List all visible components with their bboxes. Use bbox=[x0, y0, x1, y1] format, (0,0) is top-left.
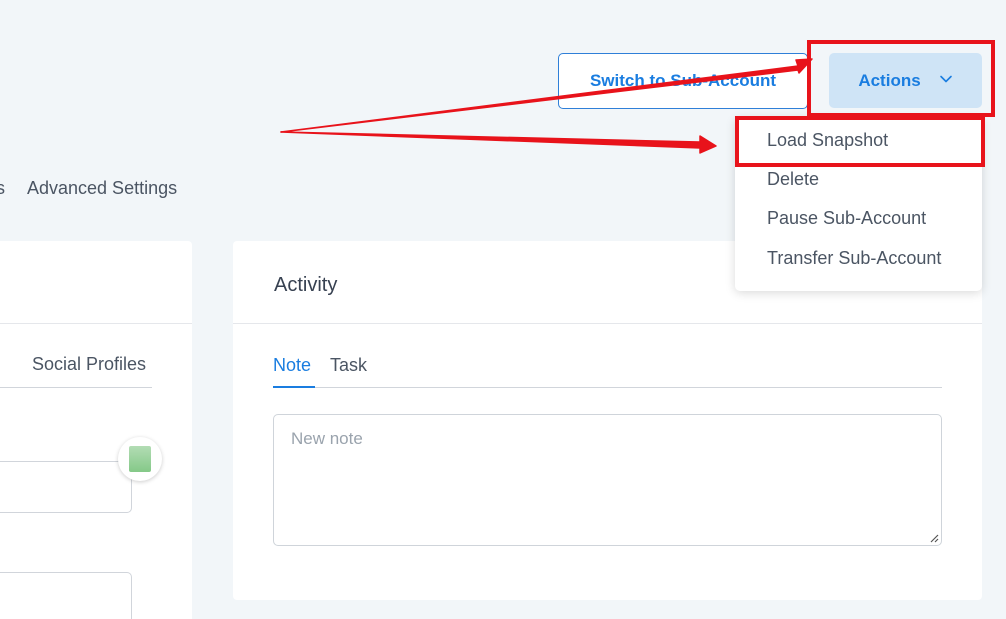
switch-to-sub-account-label: Switch to Sub-Account bbox=[589, 71, 777, 90]
actions-button[interactable]: Actions bbox=[829, 53, 982, 108]
menu-item-transfer-sub-account[interactable]: Transfer Sub-Account bbox=[767, 248, 941, 269]
contact-avatar-icon[interactable] bbox=[118, 437, 162, 481]
form-field[interactable] bbox=[0, 572, 132, 619]
activity-title: Activity bbox=[274, 274, 338, 296]
tab-advanced-settings[interactable]: Advanced Settings bbox=[27, 178, 177, 199]
tab-task[interactable]: Task bbox=[330, 355, 367, 376]
note-placeholder: New note bbox=[291, 429, 363, 448]
tab-note[interactable]: Note bbox=[273, 355, 311, 376]
actions-dropdown-menu: Load Snapshot Delete Pause Sub-Account T… bbox=[735, 117, 982, 291]
card-divider bbox=[0, 323, 192, 324]
actions-label: Actions bbox=[858, 70, 921, 90]
chevron-down-icon bbox=[939, 71, 953, 91]
card-divider bbox=[233, 323, 982, 324]
annotation-arrow-right bbox=[280, 131, 717, 154]
tab-social-profiles[interactable]: Social Profiles bbox=[32, 354, 146, 375]
tabs-underline bbox=[0, 387, 152, 388]
active-tab-indicator bbox=[273, 386, 315, 388]
switch-to-sub-account-button[interactable]: Switch to Sub-Account bbox=[558, 53, 808, 109]
resize-handle-icon[interactable] bbox=[927, 531, 939, 543]
menu-item-delete[interactable]: Delete bbox=[767, 169, 819, 190]
tab-truncated[interactable]: s bbox=[0, 178, 5, 199]
menu-item-pause-sub-account[interactable]: Pause Sub-Account bbox=[767, 208, 926, 229]
new-note-textarea[interactable]: New note bbox=[273, 414, 942, 546]
menu-item-load-snapshot[interactable]: Load Snapshot bbox=[767, 130, 888, 151]
activity-card: Activity Note Task New note bbox=[233, 241, 982, 600]
page: Switch to Sub-Account Actions s Advanced… bbox=[0, 0, 1006, 619]
form-field[interactable] bbox=[0, 461, 132, 513]
tabs-divider bbox=[273, 387, 942, 388]
contact-details-card: Social Profiles bbox=[0, 241, 192, 619]
